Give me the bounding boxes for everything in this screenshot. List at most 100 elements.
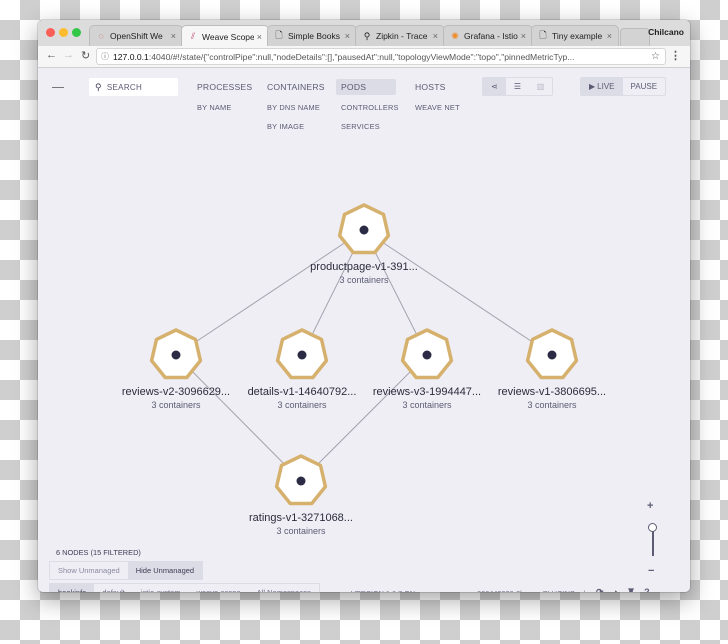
tab-simple-books[interactable]: 🗋 Simple Books ×	[267, 25, 357, 46]
close-tab-icon[interactable]: ×	[171, 31, 176, 41]
node-details[interactable]: details-v1-14640792... 3 containers	[248, 328, 357, 410]
zoom-slider-track[interactable]	[652, 531, 654, 556]
close-tab-icon[interactable]: ×	[521, 31, 526, 41]
browser-menu-icon[interactable]: ⋮	[670, 49, 681, 62]
node-label: reviews-v1-3806695...	[498, 386, 606, 398]
node-reviews-v1[interactable]: reviews-v1-3806695... 3 containers	[498, 328, 606, 410]
node-center-dot	[171, 350, 181, 360]
zoom-out-button[interactable]: −	[648, 565, 654, 577]
page-icon: 🗋	[275, 30, 283, 40]
new-tab-button[interactable]	[620, 28, 650, 46]
topology-containers-by-image[interactable]: BY IMAGE	[267, 122, 304, 131]
refresh-icon[interactable]: ⟳	[596, 587, 604, 592]
address-bar[interactable]: ⓘ 127.0.0.1 :4040/#!/state/{"controlPipe…	[96, 48, 666, 65]
topology-graph: productpage-v1-391...3 containersreviews…	[122, 203, 606, 536]
node-count-status: 6 NODES (15 FILTERED)	[56, 548, 141, 557]
namespace-bookinfo[interactable]: bookinfo	[50, 584, 95, 592]
pause-button[interactable]: PAUSE	[623, 78, 666, 95]
node-sublabel: 3 containers	[276, 526, 326, 536]
edge-reviews-v3-ratings	[300, 354, 428, 482]
browser-toolbar: ← → ↻ ⓘ 127.0.0.1 :4040/#!/state/{"contr…	[38, 46, 690, 68]
show-unmanaged-button[interactable]: Show Unmanaged	[50, 562, 128, 579]
close-tab-icon[interactable]: ×	[257, 32, 262, 42]
minimize-window-button[interactable]	[59, 28, 68, 37]
topology-processes[interactable]: PROCESSES	[192, 79, 257, 95]
bookmark-star-icon[interactable]: ☆	[651, 51, 660, 62]
topology-pods-services[interactable]: SERVICES	[341, 122, 380, 131]
close-tab-icon[interactable]: ×	[345, 31, 350, 41]
node-reviews-v3[interactable]: reviews-v3-1994447... 3 containers	[373, 328, 481, 410]
profile-name[interactable]: Chilcano	[648, 27, 684, 37]
grafana-icon: ✺	[451, 30, 459, 41]
tab-grafana[interactable]: ✺ Grafana - Istio ×	[443, 25, 533, 46]
footer-tools: ⟳ ◑ ♜ ?	[596, 587, 650, 592]
plugins-info: PLUGINS: n/a	[543, 589, 589, 592]
namespace-selector: bookinfo default istio-system weave-scop…	[49, 583, 320, 592]
node-label: reviews-v3-1994447...	[373, 386, 481, 398]
debug-icon[interactable]: ♜	[627, 587, 635, 592]
node-sublabel: 3 containers	[151, 400, 201, 410]
contrast-icon[interactable]: ◑	[613, 587, 618, 592]
topology-containers[interactable]: CONTAINERS	[262, 79, 330, 95]
graph-view-button[interactable]: ⋖	[483, 78, 506, 95]
node-label: productpage-v1-391...	[310, 261, 418, 273]
node-center-dot	[297, 350, 307, 360]
tab-weave-scope[interactable]: ⫽ Weave Scope ×	[181, 25, 269, 47]
edge-reviews-v2-ratings	[175, 354, 302, 482]
topology-hosts[interactable]: HOSTS	[410, 79, 451, 95]
search-input[interactable]: ⚲ SEARCH	[89, 78, 178, 96]
search-icon: ⚲	[95, 81, 102, 92]
weave-scope-icon: ⫽	[190, 31, 195, 41]
topology-pods-controllers[interactable]: CONTROLLERS	[341, 103, 399, 112]
node-reviews-v2[interactable]: reviews-v2-3096629... 3 containers	[122, 328, 230, 410]
zoom-in-button[interactable]: +	[647, 500, 653, 512]
node-label: details-v1-14640792...	[248, 386, 357, 398]
tab-zipkin[interactable]: ⚲ Zipkin - Trace ×	[355, 25, 445, 46]
close-tab-icon[interactable]: ×	[607, 31, 612, 41]
weave-scope-app: productpage-v1-391... 3 containers reviews…	[38, 68, 690, 592]
close-tab-icon[interactable]: ×	[433, 31, 438, 41]
node-ratings[interactable]: ratings-v1-3271068... 3 containers	[249, 454, 353, 536]
node-label: reviews-v2-3096629...	[122, 386, 230, 398]
node-sublabel: 3 containers	[402, 400, 452, 410]
live-pause-toggle: ▶ LIVE PAUSE	[580, 77, 667, 96]
edge-productpage-reviews-v1	[363, 229, 553, 356]
namespace-weave-scope[interactable]: weave-scope	[188, 584, 248, 592]
page-icon: 🗋	[539, 30, 547, 40]
node-center-dot	[359, 225, 369, 235]
table-view-button[interactable]: ☰	[506, 78, 529, 95]
topology-pods[interactable]: PODS	[336, 79, 396, 95]
node-productpage[interactable]: productpage-v1-391... 3 containers	[310, 203, 418, 285]
topology-containers-by-dns-name[interactable]: BY DNS NAME	[267, 103, 320, 112]
tab-bar: ◌ OpenShift We × ⫽ Weave Scope × 🗋 Simpl…	[38, 20, 690, 47]
browser-window: ◌ OpenShift We × ⫽ Weave Scope × 🗋 Simpl…	[38, 20, 690, 592]
weave-logo	[52, 87, 64, 88]
namespace-istio-system[interactable]: istio-system	[133, 584, 189, 592]
namespace-all[interactable]: All Namespaces	[249, 584, 319, 592]
resources-view-button[interactable]: ▥	[529, 78, 552, 95]
edge-productpage-reviews-v2	[175, 229, 365, 356]
bar-chart-icon: ▥	[536, 82, 545, 91]
zipkin-icon: ⚲	[363, 30, 371, 41]
maximize-window-button[interactable]	[72, 28, 81, 37]
reload-icon[interactable]: ↻	[81, 49, 90, 62]
tab-openshift[interactable]: ◌ OpenShift We ×	[89, 25, 183, 46]
namespace-default[interactable]: default	[94, 584, 133, 592]
openshift-icon: ◌	[98, 31, 104, 41]
back-icon[interactable]: ←	[46, 49, 57, 61]
view-mode-selector: ⋖ ☰ ▥	[482, 77, 553, 96]
table-icon: ☰	[513, 82, 522, 91]
info-icon[interactable]: ⓘ	[101, 51, 109, 62]
help-icon[interactable]: ?	[644, 587, 650, 592]
live-button[interactable]: ▶ LIVE	[581, 78, 623, 95]
topology-processes-by-name[interactable]: BY NAME	[197, 103, 232, 112]
topology-hosts-weave-net[interactable]: WEAVE NET	[415, 103, 460, 112]
node-label: ratings-v1-3271068...	[249, 512, 353, 524]
close-window-button[interactable]	[46, 28, 55, 37]
unmanaged-toggle: Show Unmanaged Hide Unmanaged	[49, 561, 204, 580]
node-center-dot	[296, 476, 306, 486]
forward-icon[interactable]: →	[63, 49, 74, 61]
zoom-slider-handle[interactable]	[648, 523, 657, 532]
tab-tiny-example[interactable]: 🗋 Tiny example ×	[531, 25, 619, 46]
hide-unmanaged-button[interactable]: Hide Unmanaged	[127, 562, 203, 579]
